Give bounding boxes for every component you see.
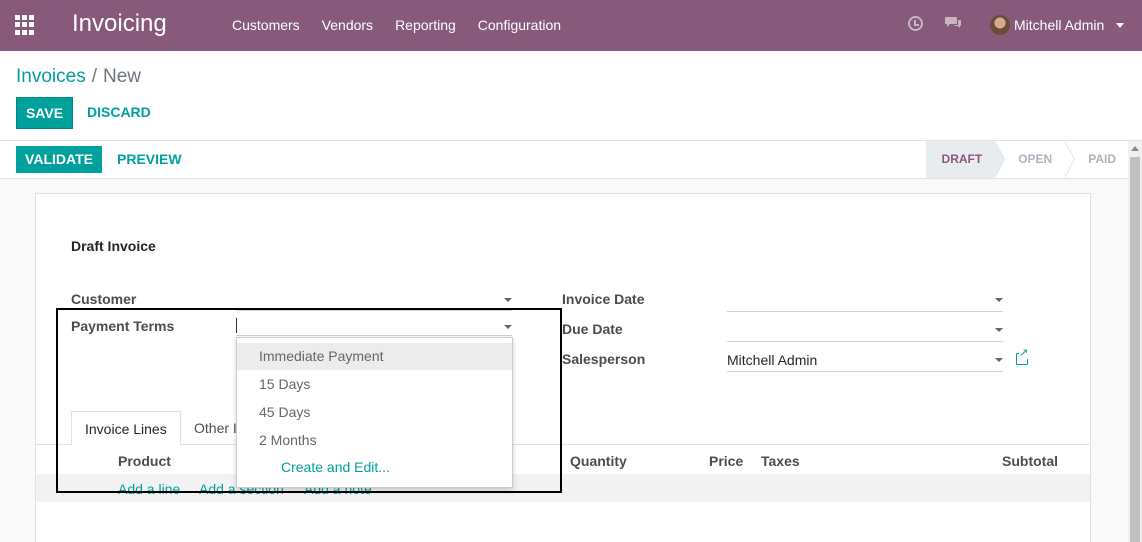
menu-item-customers[interactable]: Customers xyxy=(232,17,300,33)
customer-label: Customer xyxy=(71,291,137,307)
status-steps: DRAFT OPEN PAID xyxy=(925,141,1128,178)
due-date-field[interactable] xyxy=(727,322,1003,342)
scroll-up-arrow-icon[interactable] xyxy=(1131,146,1139,151)
column-header-quantity[interactable]: Quantity xyxy=(570,453,627,469)
user-menu[interactable]: Mitchell Admin xyxy=(1014,17,1104,33)
menu-item-reporting[interactable]: Reporting xyxy=(395,17,456,33)
form-statusbar: VALIDATE PREVIEW DRAFT OPEN PAID xyxy=(0,141,1142,179)
create-and-edit-option[interactable]: Create and Edit... xyxy=(237,454,512,481)
dropdown-option[interactable]: 2 Months xyxy=(237,427,512,454)
dropdown-option[interactable]: Immediate Payment xyxy=(237,343,512,370)
breadcrumb-current: New xyxy=(102,66,141,87)
chevron-down-icon[interactable] xyxy=(504,298,512,302)
page-scrollbar[interactable] xyxy=(1128,141,1142,542)
menu-item-vendors[interactable]: Vendors xyxy=(322,17,373,33)
status-step-draft: DRAFT xyxy=(925,141,1005,178)
scroll-thumb[interactable] xyxy=(1130,157,1140,542)
top-navbar: Invoicing Customers Vendors Reporting Co… xyxy=(0,0,1142,51)
apps-icon[interactable] xyxy=(15,15,35,35)
app-name[interactable]: Invoicing xyxy=(72,10,167,38)
invoice-date-field[interactable] xyxy=(727,292,1003,312)
breadcrumb-separator: / xyxy=(91,66,97,87)
dropdown-option[interactable]: 45 Days xyxy=(237,399,512,426)
avatar[interactable] xyxy=(990,15,1010,35)
page-title: Draft Invoice xyxy=(71,238,156,254)
column-header-subtotal[interactable]: Subtotal xyxy=(1002,453,1058,469)
discard-button[interactable]: DISCARD xyxy=(87,97,151,129)
control-panel: Invoices / New SAVE DISCARD xyxy=(0,51,1142,141)
validate-button[interactable]: VALIDATE xyxy=(16,146,102,173)
column-header-taxes[interactable]: Taxes xyxy=(761,453,800,469)
due-date-label: Due Date xyxy=(562,321,623,337)
caret-down-icon[interactable] xyxy=(1116,23,1124,28)
chevron-down-icon[interactable] xyxy=(995,328,1003,332)
payment-terms-dropdown: Immediate Payment 15 Days 45 Days 2 Mont… xyxy=(236,337,513,488)
chevron-down-icon[interactable] xyxy=(995,298,1003,302)
save-button[interactable]: SAVE xyxy=(16,97,73,129)
chat-icon[interactable] xyxy=(945,16,962,29)
salesperson-label: Salesperson xyxy=(562,351,646,367)
dropdown-option[interactable]: 15 Days xyxy=(237,371,512,398)
invoice-date-label: Invoice Date xyxy=(562,291,645,307)
column-header-price[interactable]: Price xyxy=(709,453,743,469)
breadcrumb-invoices[interactable]: Invoices xyxy=(16,66,86,87)
main-menu: Customers Vendors Reporting Configuratio… xyxy=(232,17,561,33)
clock-icon[interactable] xyxy=(908,16,923,31)
salesperson-value[interactable]: Mitchell Admin xyxy=(727,352,817,368)
chevron-down-icon[interactable] xyxy=(995,358,1003,362)
menu-item-configuration[interactable]: Configuration xyxy=(478,17,561,33)
preview-button[interactable]: PREVIEW xyxy=(117,146,182,173)
breadcrumb: Invoices / New xyxy=(16,66,141,88)
external-link-icon[interactable] xyxy=(1016,348,1029,365)
